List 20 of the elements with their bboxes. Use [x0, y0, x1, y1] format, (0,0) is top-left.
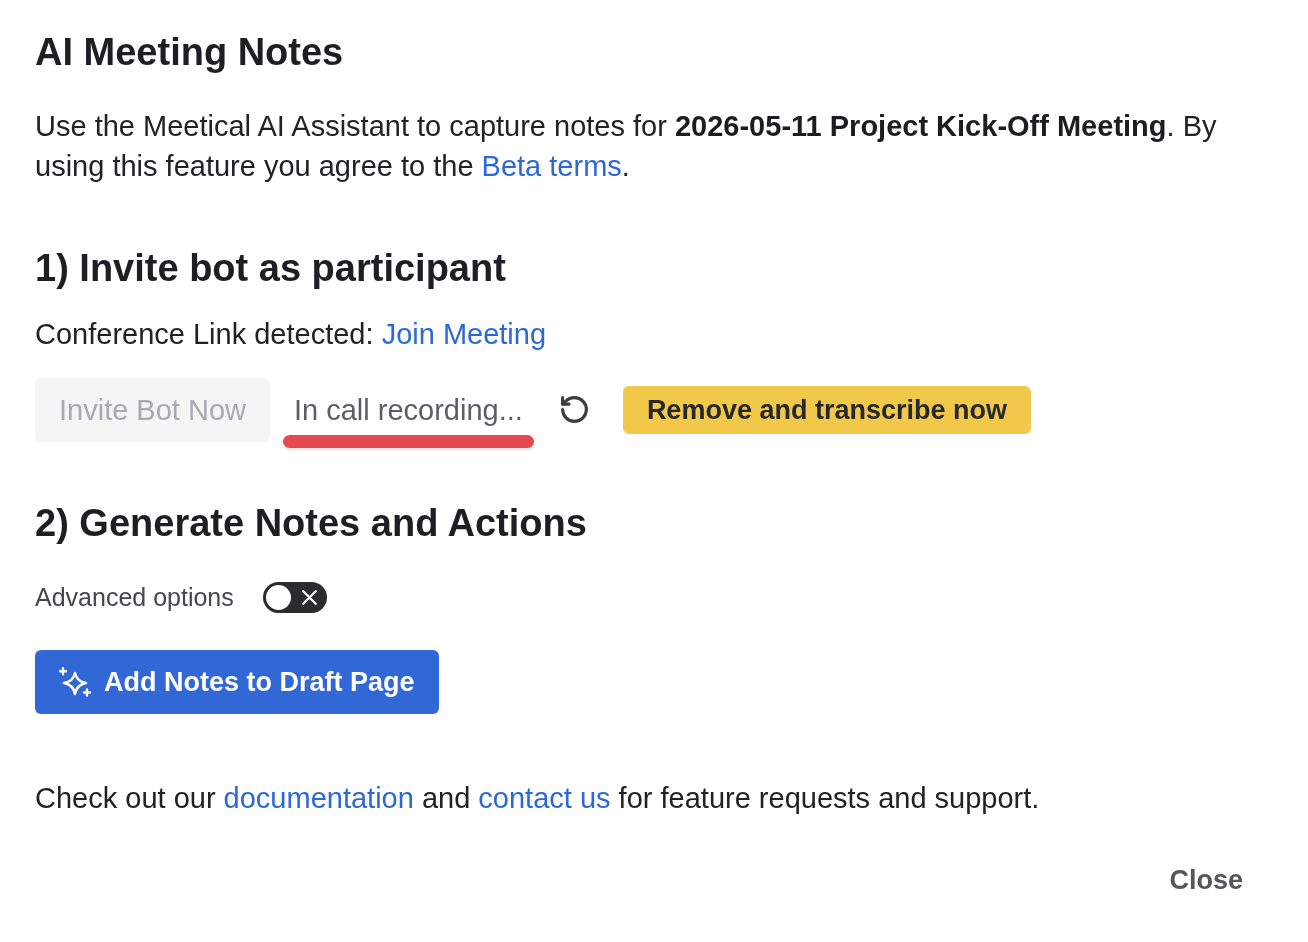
toggle-switch[interactable] [262, 582, 327, 613]
text-link[interactable]: Beta terms [481, 150, 622, 182]
refresh-icon[interactable] [560, 396, 588, 423]
intro-text: Use the Meetical AI Assistant to capture notes for 2026-05-11 Project Kick-Off Meeting. By using this feature you agree to the Beta terms. [35, 109, 1218, 184]
x-icon [301, 590, 317, 605]
section-heading: 2) Generate Notes and Actions [35, 501, 588, 546]
sparkle-icon [59, 667, 91, 697]
toggle-knob [265, 585, 291, 610]
footer-text: Check out our documentation and contact us for feature requests and support. [35, 781, 1041, 816]
add-notes-button[interactable]: Add Notes to Draft Page [35, 650, 439, 714]
close-button[interactable]: Close [1161, 860, 1251, 900]
conference-link-text: Conference Link detected: Join Meeting [35, 317, 548, 352]
section-heading: 1) Invite bot as participant [35, 246, 507, 291]
recording-status: In call recording... [293, 393, 524, 428]
remove-transcribe-button[interactable]: Remove and transcribe now [622, 386, 1031, 434]
text-link[interactable]: documentation [223, 782, 414, 814]
text-link[interactable]: Join Meeting [381, 318, 547, 350]
option-label: Advanced options [35, 582, 234, 613]
text-link[interactable]: contact us [478, 782, 611, 814]
dialog-title: AI Meeting Notes [35, 30, 345, 75]
